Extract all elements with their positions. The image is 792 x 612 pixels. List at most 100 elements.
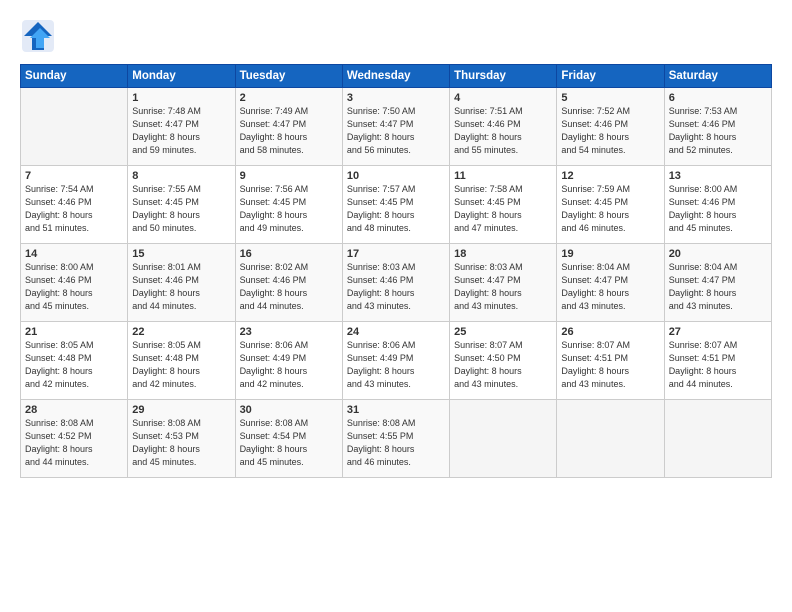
- day-cell: [664, 400, 771, 478]
- day-info: Sunrise: 7:53 AM Sunset: 4:46 PM Dayligh…: [669, 105, 767, 157]
- header-row: SundayMondayTuesdayWednesdayThursdayFrid…: [21, 65, 772, 88]
- day-cell: [557, 400, 664, 478]
- day-number: 11: [454, 170, 552, 182]
- day-number: 26: [561, 326, 659, 338]
- day-number: 18: [454, 248, 552, 260]
- header-cell-saturday: Saturday: [664, 65, 771, 88]
- day-cell: 28Sunrise: 8:08 AM Sunset: 4:52 PM Dayli…: [21, 400, 128, 478]
- day-number: 23: [240, 326, 338, 338]
- day-number: 31: [347, 404, 445, 416]
- day-info: Sunrise: 7:58 AM Sunset: 4:45 PM Dayligh…: [454, 183, 552, 235]
- day-cell: 21Sunrise: 8:05 AM Sunset: 4:48 PM Dayli…: [21, 322, 128, 400]
- day-info: Sunrise: 8:02 AM Sunset: 4:46 PM Dayligh…: [240, 261, 338, 313]
- day-number: 29: [132, 404, 230, 416]
- day-cell: 12Sunrise: 7:59 AM Sunset: 4:45 PM Dayli…: [557, 166, 664, 244]
- day-info: Sunrise: 8:05 AM Sunset: 4:48 PM Dayligh…: [132, 339, 230, 391]
- day-number: 21: [25, 326, 123, 338]
- day-info: Sunrise: 8:08 AM Sunset: 4:53 PM Dayligh…: [132, 417, 230, 469]
- calendar-table: SundayMondayTuesdayWednesdayThursdayFrid…: [20, 64, 772, 478]
- day-info: Sunrise: 8:05 AM Sunset: 4:48 PM Dayligh…: [25, 339, 123, 391]
- day-cell: [21, 88, 128, 166]
- day-cell: 29Sunrise: 8:08 AM Sunset: 4:53 PM Dayli…: [128, 400, 235, 478]
- week-row-1: 1Sunrise: 7:48 AM Sunset: 4:47 PM Daylig…: [21, 88, 772, 166]
- day-number: 4: [454, 92, 552, 104]
- day-number: 8: [132, 170, 230, 182]
- day-info: Sunrise: 8:06 AM Sunset: 4:49 PM Dayligh…: [347, 339, 445, 391]
- day-cell: 22Sunrise: 8:05 AM Sunset: 4:48 PM Dayli…: [128, 322, 235, 400]
- day-number: 9: [240, 170, 338, 182]
- day-cell: 6Sunrise: 7:53 AM Sunset: 4:46 PM Daylig…: [664, 88, 771, 166]
- day-number: 19: [561, 248, 659, 260]
- day-number: 1: [132, 92, 230, 104]
- day-cell: 26Sunrise: 8:07 AM Sunset: 4:51 PM Dayli…: [557, 322, 664, 400]
- day-info: Sunrise: 8:08 AM Sunset: 4:52 PM Dayligh…: [25, 417, 123, 469]
- day-cell: 8Sunrise: 7:55 AM Sunset: 4:45 PM Daylig…: [128, 166, 235, 244]
- day-number: 20: [669, 248, 767, 260]
- day-number: 7: [25, 170, 123, 182]
- day-cell: 23Sunrise: 8:06 AM Sunset: 4:49 PM Dayli…: [235, 322, 342, 400]
- day-number: 14: [25, 248, 123, 260]
- logo-icon: [20, 18, 56, 54]
- day-number: 28: [25, 404, 123, 416]
- day-cell: 30Sunrise: 8:08 AM Sunset: 4:54 PM Dayli…: [235, 400, 342, 478]
- day-info: Sunrise: 7:51 AM Sunset: 4:46 PM Dayligh…: [454, 105, 552, 157]
- day-info: Sunrise: 8:01 AM Sunset: 4:46 PM Dayligh…: [132, 261, 230, 313]
- day-cell: 20Sunrise: 8:04 AM Sunset: 4:47 PM Dayli…: [664, 244, 771, 322]
- header-cell-monday: Monday: [128, 65, 235, 88]
- week-row-2: 7Sunrise: 7:54 AM Sunset: 4:46 PM Daylig…: [21, 166, 772, 244]
- day-number: 25: [454, 326, 552, 338]
- day-info: Sunrise: 8:00 AM Sunset: 4:46 PM Dayligh…: [669, 183, 767, 235]
- day-info: Sunrise: 8:08 AM Sunset: 4:54 PM Dayligh…: [240, 417, 338, 469]
- day-cell: [450, 400, 557, 478]
- day-cell: 13Sunrise: 8:00 AM Sunset: 4:46 PM Dayli…: [664, 166, 771, 244]
- week-row-3: 14Sunrise: 8:00 AM Sunset: 4:46 PM Dayli…: [21, 244, 772, 322]
- week-row-5: 28Sunrise: 8:08 AM Sunset: 4:52 PM Dayli…: [21, 400, 772, 478]
- day-cell: 16Sunrise: 8:02 AM Sunset: 4:46 PM Dayli…: [235, 244, 342, 322]
- day-info: Sunrise: 7:55 AM Sunset: 4:45 PM Dayligh…: [132, 183, 230, 235]
- day-cell: 15Sunrise: 8:01 AM Sunset: 4:46 PM Dayli…: [128, 244, 235, 322]
- day-cell: 11Sunrise: 7:58 AM Sunset: 4:45 PM Dayli…: [450, 166, 557, 244]
- day-number: 17: [347, 248, 445, 260]
- day-info: Sunrise: 8:06 AM Sunset: 4:49 PM Dayligh…: [240, 339, 338, 391]
- day-info: Sunrise: 8:07 AM Sunset: 4:51 PM Dayligh…: [669, 339, 767, 391]
- day-info: Sunrise: 7:48 AM Sunset: 4:47 PM Dayligh…: [132, 105, 230, 157]
- day-number: 30: [240, 404, 338, 416]
- day-info: Sunrise: 7:57 AM Sunset: 4:45 PM Dayligh…: [347, 183, 445, 235]
- day-info: Sunrise: 7:56 AM Sunset: 4:45 PM Dayligh…: [240, 183, 338, 235]
- day-number: 5: [561, 92, 659, 104]
- day-info: Sunrise: 8:08 AM Sunset: 4:55 PM Dayligh…: [347, 417, 445, 469]
- day-info: Sunrise: 7:54 AM Sunset: 4:46 PM Dayligh…: [25, 183, 123, 235]
- day-cell: 25Sunrise: 8:07 AM Sunset: 4:50 PM Dayli…: [450, 322, 557, 400]
- day-cell: 14Sunrise: 8:00 AM Sunset: 4:46 PM Dayli…: [21, 244, 128, 322]
- day-info: Sunrise: 8:04 AM Sunset: 4:47 PM Dayligh…: [669, 261, 767, 313]
- header-cell-sunday: Sunday: [21, 65, 128, 88]
- day-info: Sunrise: 7:52 AM Sunset: 4:46 PM Dayligh…: [561, 105, 659, 157]
- header-cell-tuesday: Tuesday: [235, 65, 342, 88]
- day-info: Sunrise: 8:07 AM Sunset: 4:50 PM Dayligh…: [454, 339, 552, 391]
- header-cell-wednesday: Wednesday: [342, 65, 449, 88]
- day-cell: 19Sunrise: 8:04 AM Sunset: 4:47 PM Dayli…: [557, 244, 664, 322]
- day-info: Sunrise: 7:50 AM Sunset: 4:47 PM Dayligh…: [347, 105, 445, 157]
- day-number: 3: [347, 92, 445, 104]
- day-number: 16: [240, 248, 338, 260]
- page: SundayMondayTuesdayWednesdayThursdayFrid…: [0, 0, 792, 612]
- header-cell-friday: Friday: [557, 65, 664, 88]
- day-number: 15: [132, 248, 230, 260]
- day-cell: 1Sunrise: 7:48 AM Sunset: 4:47 PM Daylig…: [128, 88, 235, 166]
- day-info: Sunrise: 8:00 AM Sunset: 4:46 PM Dayligh…: [25, 261, 123, 313]
- day-cell: 9Sunrise: 7:56 AM Sunset: 4:45 PM Daylig…: [235, 166, 342, 244]
- day-cell: 18Sunrise: 8:03 AM Sunset: 4:47 PM Dayli…: [450, 244, 557, 322]
- day-number: 24: [347, 326, 445, 338]
- day-info: Sunrise: 8:07 AM Sunset: 4:51 PM Dayligh…: [561, 339, 659, 391]
- day-info: Sunrise: 8:03 AM Sunset: 4:47 PM Dayligh…: [454, 261, 552, 313]
- day-info: Sunrise: 8:04 AM Sunset: 4:47 PM Dayligh…: [561, 261, 659, 313]
- header: [20, 18, 772, 54]
- day-cell: 17Sunrise: 8:03 AM Sunset: 4:46 PM Dayli…: [342, 244, 449, 322]
- day-cell: 4Sunrise: 7:51 AM Sunset: 4:46 PM Daylig…: [450, 88, 557, 166]
- day-info: Sunrise: 7:49 AM Sunset: 4:47 PM Dayligh…: [240, 105, 338, 157]
- day-cell: 31Sunrise: 8:08 AM Sunset: 4:55 PM Dayli…: [342, 400, 449, 478]
- day-cell: 7Sunrise: 7:54 AM Sunset: 4:46 PM Daylig…: [21, 166, 128, 244]
- day-cell: 10Sunrise: 7:57 AM Sunset: 4:45 PM Dayli…: [342, 166, 449, 244]
- day-number: 10: [347, 170, 445, 182]
- day-number: 6: [669, 92, 767, 104]
